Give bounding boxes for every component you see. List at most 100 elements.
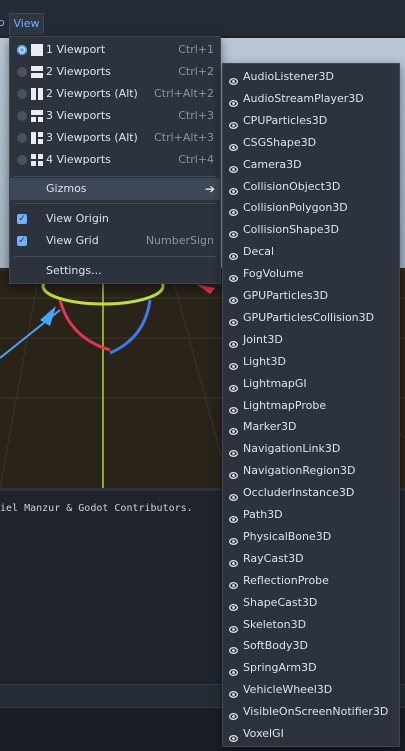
gizmo-item[interactable]: SpringArm3D <box>223 657 399 679</box>
menu-item-label: View Origin <box>46 212 109 225</box>
eye-icon <box>228 620 239 633</box>
menu-separator <box>14 256 216 257</box>
gizmo-item-label: FogVolume <box>243 267 304 281</box>
gizmo-item[interactable]: GPUParticlesCollision3D <box>223 307 399 329</box>
eye-icon <box>228 663 239 677</box>
gizmo-item[interactable]: Camera3D <box>223 154 399 176</box>
eye-icon <box>228 269 239 283</box>
gizmo-item-label: CollisionObject3D <box>243 179 341 193</box>
gizmo-item-label: VisibleOnScreenNotifier3D <box>243 705 389 719</box>
gizmo-item[interactable]: VoxelGI <box>223 723 399 745</box>
gizmo-item[interactable]: OccluderInstance3D <box>223 482 399 504</box>
menu-item-label: 1 Viewport <box>46 43 106 56</box>
menu-item-1-viewport[interactable]: 1 Viewport Ctrl+1 <box>10 39 220 61</box>
menu-item-3-viewports-alt[interactable]: 3 Viewports (Alt) Ctrl+Alt+3 <box>10 127 220 149</box>
menu-item-view-grid[interactable]: ✓ View Grid NumberSign <box>10 230 220 252</box>
gizmo-item[interactable]: CSGShape3D <box>223 132 399 154</box>
checkbox-checked-icon: ✓ <box>17 236 27 246</box>
menu-item-label: 3 Viewports <box>46 109 111 122</box>
gizmo-item[interactable]: ReflectionProbe <box>223 570 399 592</box>
menu-item-view-origin[interactable]: ✓ View Origin <box>10 208 220 230</box>
menu-separator <box>14 176 216 177</box>
gizmo-item[interactable]: ShapeCast3D <box>223 592 399 614</box>
menu-item-label: 2 Viewports <box>46 65 111 78</box>
eye-icon <box>228 422 239 436</box>
eye-icon <box>228 641 239 655</box>
gizmo-item[interactable]: LightmapProbe <box>223 395 399 417</box>
gizmo-item[interactable]: Decal <box>223 241 399 263</box>
gizmo-item-label: PhysicalBone3D <box>243 529 332 543</box>
eye-icon <box>228 160 239 173</box>
gizmo-item[interactable]: AudioListener3D <box>223 66 399 88</box>
gizmo-item[interactable]: Path3D <box>223 504 399 526</box>
menu-item-label: 4 Viewports <box>46 153 111 166</box>
eye-icon <box>228 510 239 524</box>
gizmo-item-label: Skeleton3D <box>243 617 307 631</box>
menu-item-shortcut: Ctrl+2 <box>178 65 214 78</box>
4-viewports-icon <box>31 154 43 166</box>
menubar-cutoff-text[interactable]: o <box>0 13 5 33</box>
gizmo-item[interactable]: AudioStreamPlayer3D <box>223 88 399 110</box>
gizmo-item-label: LightmapProbe <box>243 398 327 412</box>
gizmo-item-label: NavigationLink3D <box>243 442 341 456</box>
view-menu-button[interactable]: View <box>9 13 44 35</box>
gizmo-item[interactable]: CollisionPolygon3D <box>223 197 399 219</box>
gizmo-item-label: VehicleWheel3D <box>243 683 333 697</box>
gizmo-item-label: GPUParticles3D <box>243 289 329 302</box>
gizmo-item[interactable]: RayCast3D <box>223 548 399 570</box>
menu-item-2-viewports[interactable]: 2 Viewports Ctrl+2 <box>10 61 220 83</box>
eye-icon <box>228 532 239 545</box>
checkbox-checked-icon: ✓ <box>17 214 27 224</box>
gizmo-item[interactable]: FogVolume <box>223 263 399 285</box>
gizmo-item-label: Light3D <box>243 354 286 368</box>
gizmo-item[interactable]: LightmapGI <box>223 373 399 395</box>
menu-item-label: 3 Viewports (Alt) <box>46 131 138 144</box>
menu-separator <box>14 203 216 204</box>
editor-menubar: o View <box>0 0 405 37</box>
menu-item-settings[interactable]: Settings... <box>10 260 220 282</box>
gizmo-item[interactable]: VehicleWheel3D <box>223 679 399 701</box>
gizmo-item[interactable]: Joint3D <box>223 329 399 351</box>
radio-icon <box>17 67 27 77</box>
menu-item-4-viewports[interactable]: 4 Viewports Ctrl+4 <box>10 149 220 171</box>
eye-icon <box>228 488 239 502</box>
gizmo-item[interactable]: SoftBody3D <box>223 635 399 657</box>
gizmo-item-label: SpringArm3D <box>243 661 317 675</box>
eye-icon <box>228 313 239 326</box>
gizmo-item-label: AudioListener3D <box>243 70 334 83</box>
gizmo-item-label: OccluderInstance3D <box>243 486 355 500</box>
gizmo-item-label: LightmapGI <box>243 376 307 390</box>
gizmo-item[interactable]: CollisionObject3D <box>223 176 399 198</box>
gizmo-item[interactable]: Skeleton3D <box>223 614 399 636</box>
gizmo-item[interactable]: Marker3D <box>223 416 399 438</box>
gizmo-item-label: Joint3D <box>243 332 283 346</box>
output-line: riel Manzur & Godot Contributors. <box>0 503 193 514</box>
gizmo-item[interactable]: GPUParticles3D <box>223 285 399 307</box>
menu-item-3-viewports[interactable]: 3 Viewports Ctrl+3 <box>10 105 220 127</box>
gizmo-item[interactable]: NavigationRegion3D <box>223 460 399 482</box>
gizmo-item-label: RayCast3D <box>243 551 304 565</box>
eye-icon <box>228 729 239 743</box>
menu-item-2-viewports-alt[interactable]: 2 Viewports (Alt) Ctrl+Alt+2 <box>10 83 220 105</box>
menu-item-label: 2 Viewports (Alt) <box>46 87 138 100</box>
menu-item-shortcut: Ctrl+1 <box>178 43 214 56</box>
gizmo-item[interactable]: VisibleOnScreenNotifier3D <box>223 701 399 723</box>
gizmo-item[interactable]: CPUParticles3D <box>223 110 399 132</box>
menu-item-label: Gizmos <box>46 182 87 195</box>
menu-item-shortcut: Ctrl+4 <box>178 153 214 166</box>
gizmo-item[interactable]: NavigationLink3D <box>223 438 399 460</box>
eye-icon <box>228 182 239 195</box>
eye-icon <box>228 554 239 567</box>
gizmo-item[interactable]: Light3D <box>223 351 399 373</box>
gizmo-item-label: CSGShape3D <box>243 135 317 149</box>
gizmo-item-label: VoxelGI <box>243 727 284 740</box>
eye-icon <box>228 685 239 699</box>
eye-icon <box>228 72 239 86</box>
gizmos-submenu: AudioListener3D AudioStreamPlayer3D CPUPar… <box>222 63 400 747</box>
gizmo-item-label: ShapeCast3D <box>243 595 318 609</box>
gizmo-item[interactable]: PhysicalBone3D <box>223 526 399 548</box>
menu-item-gizmos[interactable]: Gizmos ➔ <box>10 178 220 200</box>
menu-item-shortcut: Ctrl+3 <box>178 109 214 122</box>
gizmo-item[interactable]: CollisionShape3D <box>223 219 399 241</box>
eye-icon <box>228 291 239 305</box>
